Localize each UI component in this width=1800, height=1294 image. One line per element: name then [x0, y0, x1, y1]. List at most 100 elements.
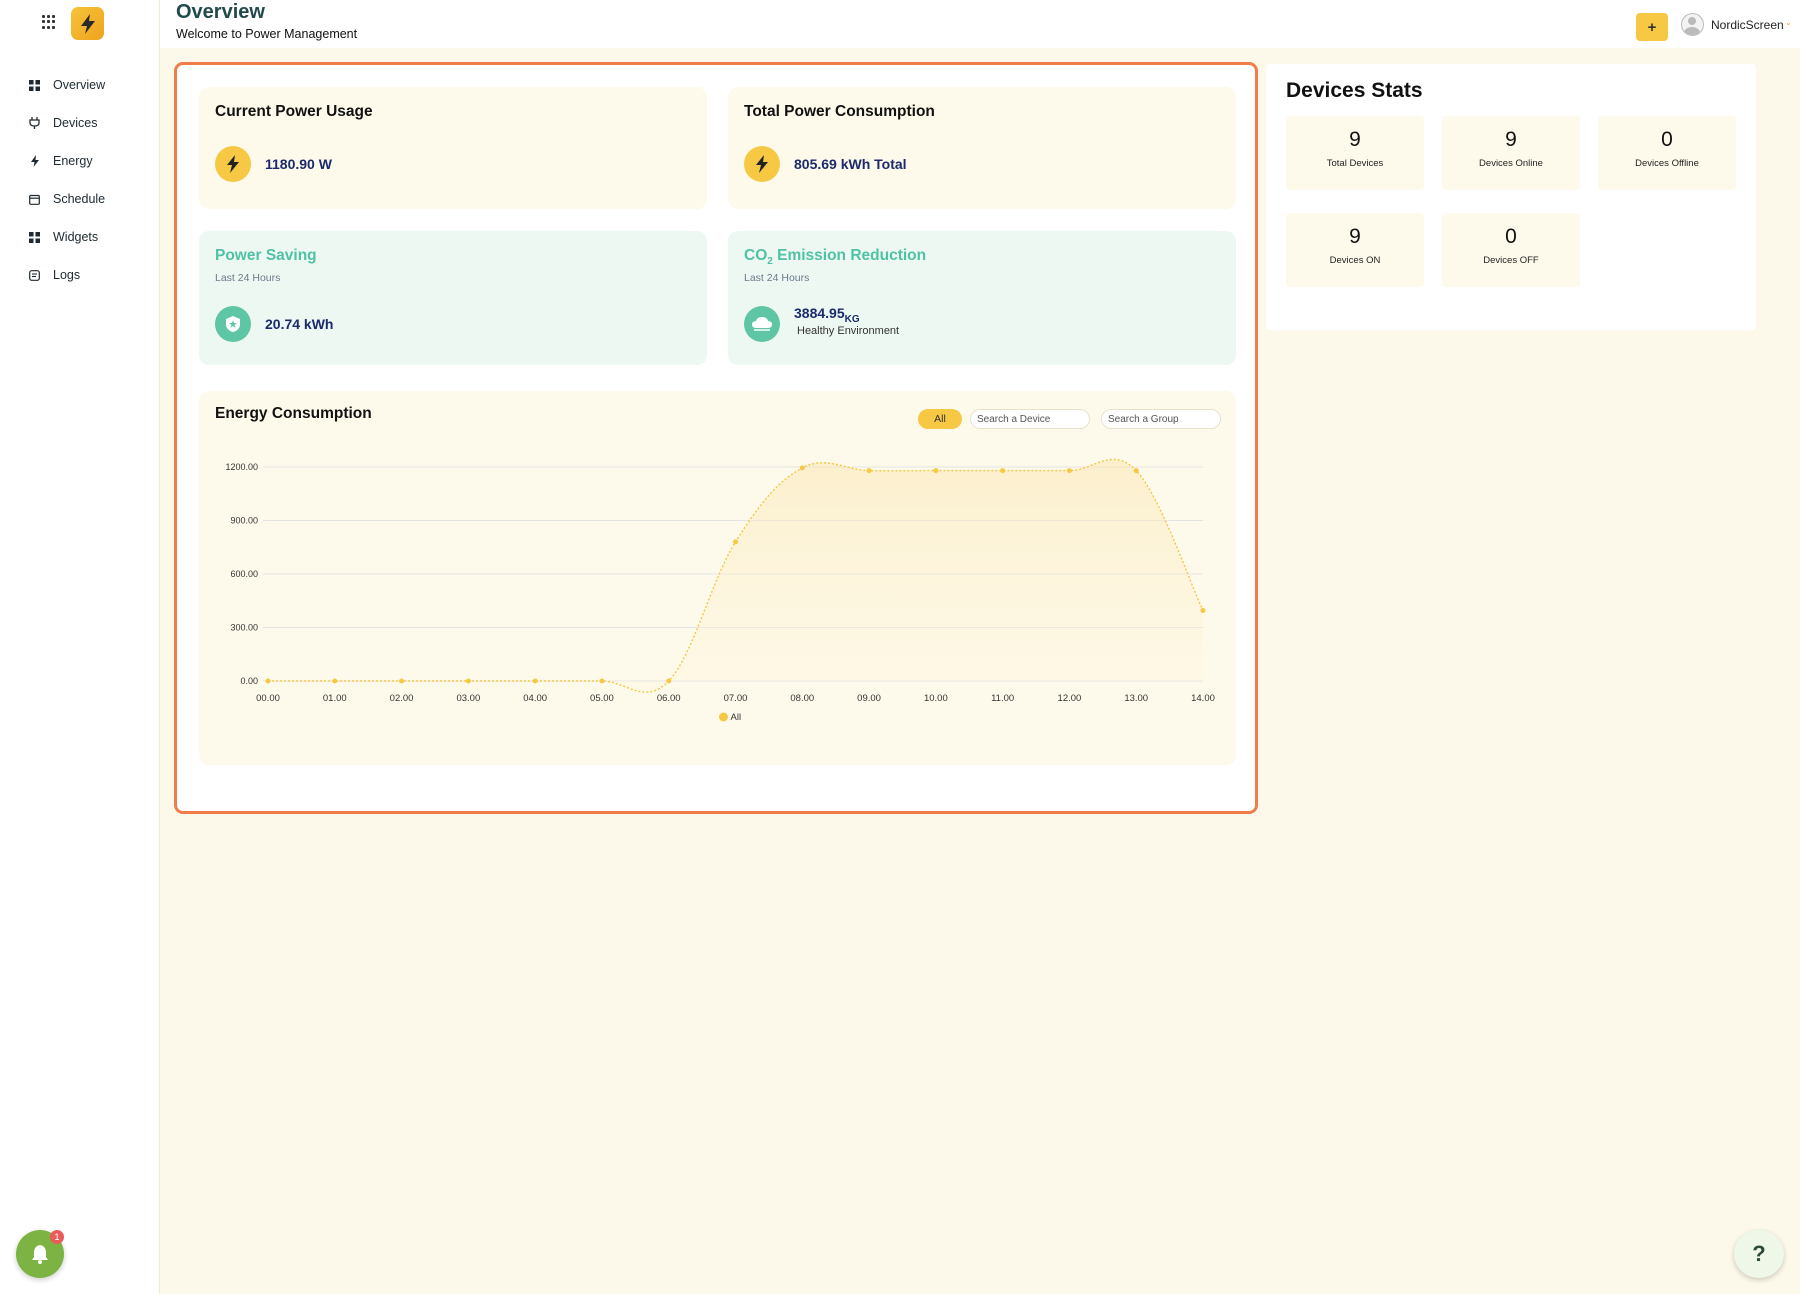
current-power-value: 1180.90 W	[265, 156, 332, 172]
card-subtitle: Last 24 Hours	[744, 272, 810, 284]
data-point	[265, 678, 271, 684]
sidebar-item-label: Logs	[53, 268, 81, 282]
sidebar-item-widgets[interactable]: Widgets	[0, 218, 160, 256]
card-title: CO2 Emission Reduction	[744, 247, 926, 267]
y-tick-label: 1200.00	[225, 462, 258, 472]
card-title: Power Saving	[215, 247, 317, 264]
page-title: Overview	[176, 1, 265, 23]
co2-amount: 3884.95	[794, 305, 845, 321]
legend-marker	[719, 712, 728, 722]
page-subtitle: Welcome to Power Management	[176, 27, 358, 41]
data-point	[933, 468, 939, 474]
add-button[interactable]: +	[1636, 13, 1668, 41]
stat-devices-off: 0 Devices OFF	[1442, 213, 1580, 287]
stat-value: 9	[1505, 128, 1517, 151]
stat-label: Devices ON	[1329, 255, 1381, 266]
sidebar: Overview Devices Energy Schedule Widgets…	[0, 0, 160, 1294]
data-point	[399, 678, 405, 684]
notification-count-badge: 1	[50, 1230, 64, 1244]
data-point	[332, 678, 338, 684]
power-saving-value: 20.74 kWh	[265, 316, 334, 332]
data-point	[866, 468, 872, 474]
power-saving-card: Power Saving Last 24 Hours 20.74 kWh	[199, 231, 707, 365]
stat-value: 0	[1505, 225, 1517, 248]
co2-unit: KG	[844, 313, 860, 325]
data-point	[599, 678, 605, 684]
co2-note: Healthy Environment	[797, 325, 900, 337]
x-tick-label: 09.00	[857, 693, 881, 704]
x-tick-label: 00.00	[256, 693, 280, 704]
x-tick-label: 03.00	[456, 693, 480, 704]
x-tick-label: 08.00	[790, 693, 814, 704]
x-tick-label: 04.00	[523, 693, 547, 704]
data-point	[532, 678, 538, 684]
co2-reduction-card: CO2 Emission Reduction Last 24 Hours 388…	[728, 231, 1236, 365]
sidebar-item-energy[interactable]: Energy	[0, 142, 160, 180]
grid-icon	[28, 79, 41, 92]
sidebar-item-logs[interactable]: Logs	[0, 256, 160, 294]
x-tick-label: 07.00	[724, 693, 748, 704]
data-point	[799, 465, 805, 471]
group-search-input[interactable]	[1101, 409, 1221, 429]
stat-value: 9	[1349, 225, 1361, 248]
stat-devices-on: 9 Devices ON	[1286, 213, 1424, 287]
x-tick-label: 05.00	[590, 693, 614, 704]
stat-value: 0	[1661, 128, 1673, 151]
plug-icon	[28, 117, 41, 130]
x-tick-label: 10.00	[924, 693, 948, 704]
sidebar-item-label: Schedule	[53, 192, 106, 206]
chevron-down-icon[interactable]: ⌄	[1785, 18, 1792, 27]
sidebar-item-label: Widgets	[53, 230, 99, 244]
x-tick-label: 14.00	[1191, 693, 1215, 704]
stat-label: Devices Offline	[1635, 158, 1699, 169]
x-tick-label: 11.00	[991, 693, 1014, 704]
lightning-logo-icon[interactable]	[71, 7, 104, 40]
stat-label: Devices Online	[1479, 158, 1543, 169]
device-search-input[interactable]	[970, 409, 1090, 429]
x-tick-label: 02.00	[390, 693, 414, 704]
bolt-icon	[28, 155, 41, 168]
sidebar-nav: Overview Devices Energy Schedule Widgets…	[0, 66, 160, 294]
total-power-card: Total Power Consumption 805.69 kWh Total	[728, 87, 1236, 209]
sidebar-item-schedule[interactable]: Schedule	[0, 180, 160, 218]
username[interactable]: NordicScreen	[1711, 18, 1784, 32]
data-point	[666, 678, 672, 684]
stat-label: Devices OFF	[1483, 255, 1539, 266]
bell-icon	[32, 1245, 48, 1264]
x-tick-label: 01.00	[323, 693, 347, 704]
help-button[interactable]: ?	[1734, 1230, 1784, 1278]
current-power-card: Current Power Usage 1180.90 W	[199, 87, 707, 209]
y-tick-label: 900.00	[230, 516, 258, 526]
legend-label: All	[731, 712, 742, 723]
energy-consumption-card: Energy Consumption All 0.00 300.00 600.00 9…	[199, 391, 1236, 765]
stat-devices-online: 9 Devices Online	[1442, 116, 1580, 190]
sidebar-item-overview[interactable]: Overview	[0, 66, 160, 104]
data-point	[1000, 468, 1006, 474]
sidebar-item-label: Devices	[53, 116, 98, 130]
lightning-icon	[744, 146, 780, 182]
filter-all-button[interactable]: All	[918, 409, 962, 429]
x-tick-label: 13.00	[1124, 693, 1148, 704]
card-title: Current Power Usage	[215, 103, 373, 120]
devices-stats-panel: Devices Stats 9 Total Devices 9 Devices …	[1266, 64, 1756, 330]
energy-chart: 0.00 300.00 600.00 900.00 1200.00 00.00 01.00 0…	[225, 458, 1215, 723]
overview-panel: Current Power Usage 1180.90 W Total Powe…	[174, 62, 1258, 814]
card-title: Total Power Consumption	[744, 103, 935, 120]
total-power-value: 805.69 kWh Total	[794, 156, 907, 172]
calendar-icon	[28, 193, 41, 206]
data-point	[465, 678, 471, 684]
widgets-icon	[28, 231, 41, 244]
top-header: Overview Welcome to Power Management + N…	[160, 0, 1800, 48]
user-avatar[interactable]	[1681, 13, 1704, 36]
x-tick-label: 12.00	[1058, 693, 1082, 704]
apps-grid-icon[interactable]	[42, 15, 56, 29]
data-point	[1066, 468, 1072, 474]
shield-icon	[215, 306, 251, 342]
sidebar-item-devices[interactable]: Devices	[0, 104, 160, 142]
series-area	[268, 459, 1203, 693]
y-tick-label: 600.00	[230, 569, 258, 579]
stat-total-devices: 9 Total Devices	[1286, 116, 1424, 190]
stat-label: Total Devices	[1326, 158, 1384, 169]
data-point	[733, 539, 738, 545]
co2-title-prefix: CO	[744, 247, 768, 264]
